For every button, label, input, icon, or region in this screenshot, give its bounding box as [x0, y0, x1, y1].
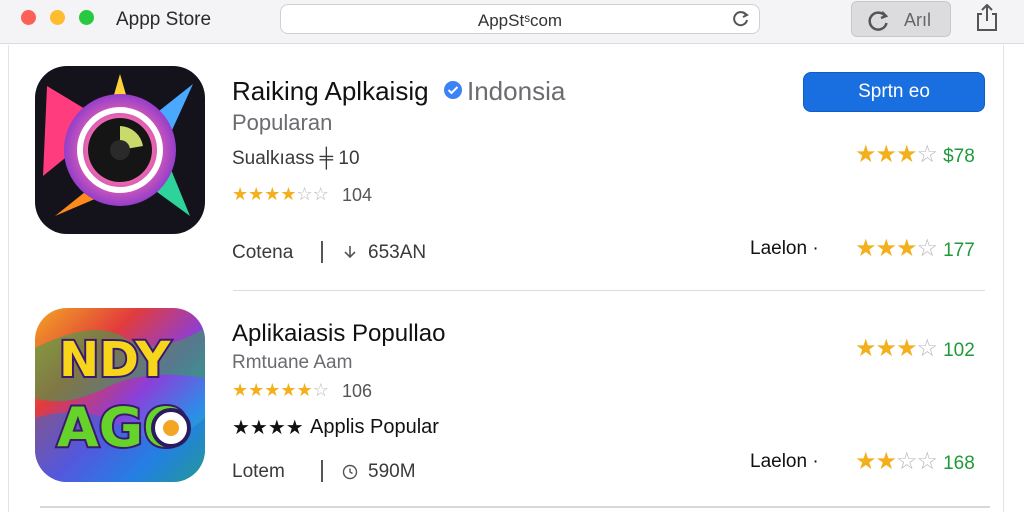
app-icon-game[interactable]: NDY AGO	[35, 308, 205, 482]
app-tagline: Applis Popular	[310, 416, 439, 438]
star-rating: ★★☆☆ 168	[855, 448, 975, 475]
separator	[321, 241, 323, 263]
zoom-window-button[interactable]	[79, 10, 94, 25]
clock-icon	[342, 464, 358, 480]
separator	[321, 460, 323, 482]
toolbar-action-button[interactable]: Arıl	[851, 1, 951, 37]
developer-name[interactable]: Lotem	[232, 461, 285, 483]
rating-value: 102	[943, 340, 975, 361]
app-subtitle: Rmtuane Aam	[232, 352, 353, 373]
camera-lens-icon	[43, 74, 193, 216]
side-label: Laelon ·	[750, 451, 819, 472]
app-size: 653AN	[368, 242, 427, 263]
row-divider	[233, 290, 985, 291]
reload-icon[interactable]	[731, 9, 751, 29]
address-bar[interactable]: AppStˢcom	[280, 4, 760, 34]
scroll-edge	[40, 506, 990, 508]
star-rating: ★★★☆ $78	[855, 141, 975, 168]
share-icon[interactable]	[974, 4, 1000, 32]
app-title[interactable]: Aplikaiasis Popullao	[232, 320, 445, 348]
app-size: 590M	[368, 461, 416, 482]
rating-value: $78	[943, 146, 975, 167]
small-rating-count: 106	[342, 381, 373, 401]
address-text: AppStˢcom	[477, 11, 563, 30]
side-label: Laelon ·	[750, 238, 819, 259]
download-icon	[344, 246, 356, 259]
app-icon-camera[interactable]	[35, 66, 205, 234]
app-region-tag: Indonsia	[467, 76, 566, 106]
app-title: Appp Store	[116, 9, 212, 30]
close-window-button[interactable]	[21, 10, 36, 25]
developer-name[interactable]: Cotena	[232, 242, 293, 264]
toolbar-action-label: Arıl	[904, 10, 931, 30]
small-star-rating: ★★★★★☆	[232, 380, 329, 400]
app-title[interactable]: Raiking Aplkaisig	[232, 76, 429, 107]
tagline-stars: ★★★★	[232, 417, 304, 439]
star-rating: ★★★☆ 177	[855, 235, 975, 262]
rating-value: 177	[943, 240, 975, 261]
small-rating-count: 104	[342, 185, 373, 205]
game-logo-icon: NDY AGO	[35, 328, 205, 482]
window-titlebar: Appp Store AppStˢcom Arıl	[0, 0, 1024, 44]
verified-badge-icon	[444, 81, 462, 99]
star-rating: ★★★☆ 102	[855, 335, 975, 362]
refresh-icon	[868, 11, 889, 31]
logo-text-top: NDY	[59, 332, 172, 388]
small-star-rating: ★★★★☆☆	[232, 184, 329, 204]
app-subtitle: Popularan	[232, 110, 333, 135]
get-app-button[interactable]: Sprtn eo	[803, 72, 985, 112]
minimize-window-button[interactable]	[50, 10, 65, 25]
app-category: Sualkıass ╪ 10	[232, 148, 360, 169]
rating-value: 168	[943, 453, 975, 474]
